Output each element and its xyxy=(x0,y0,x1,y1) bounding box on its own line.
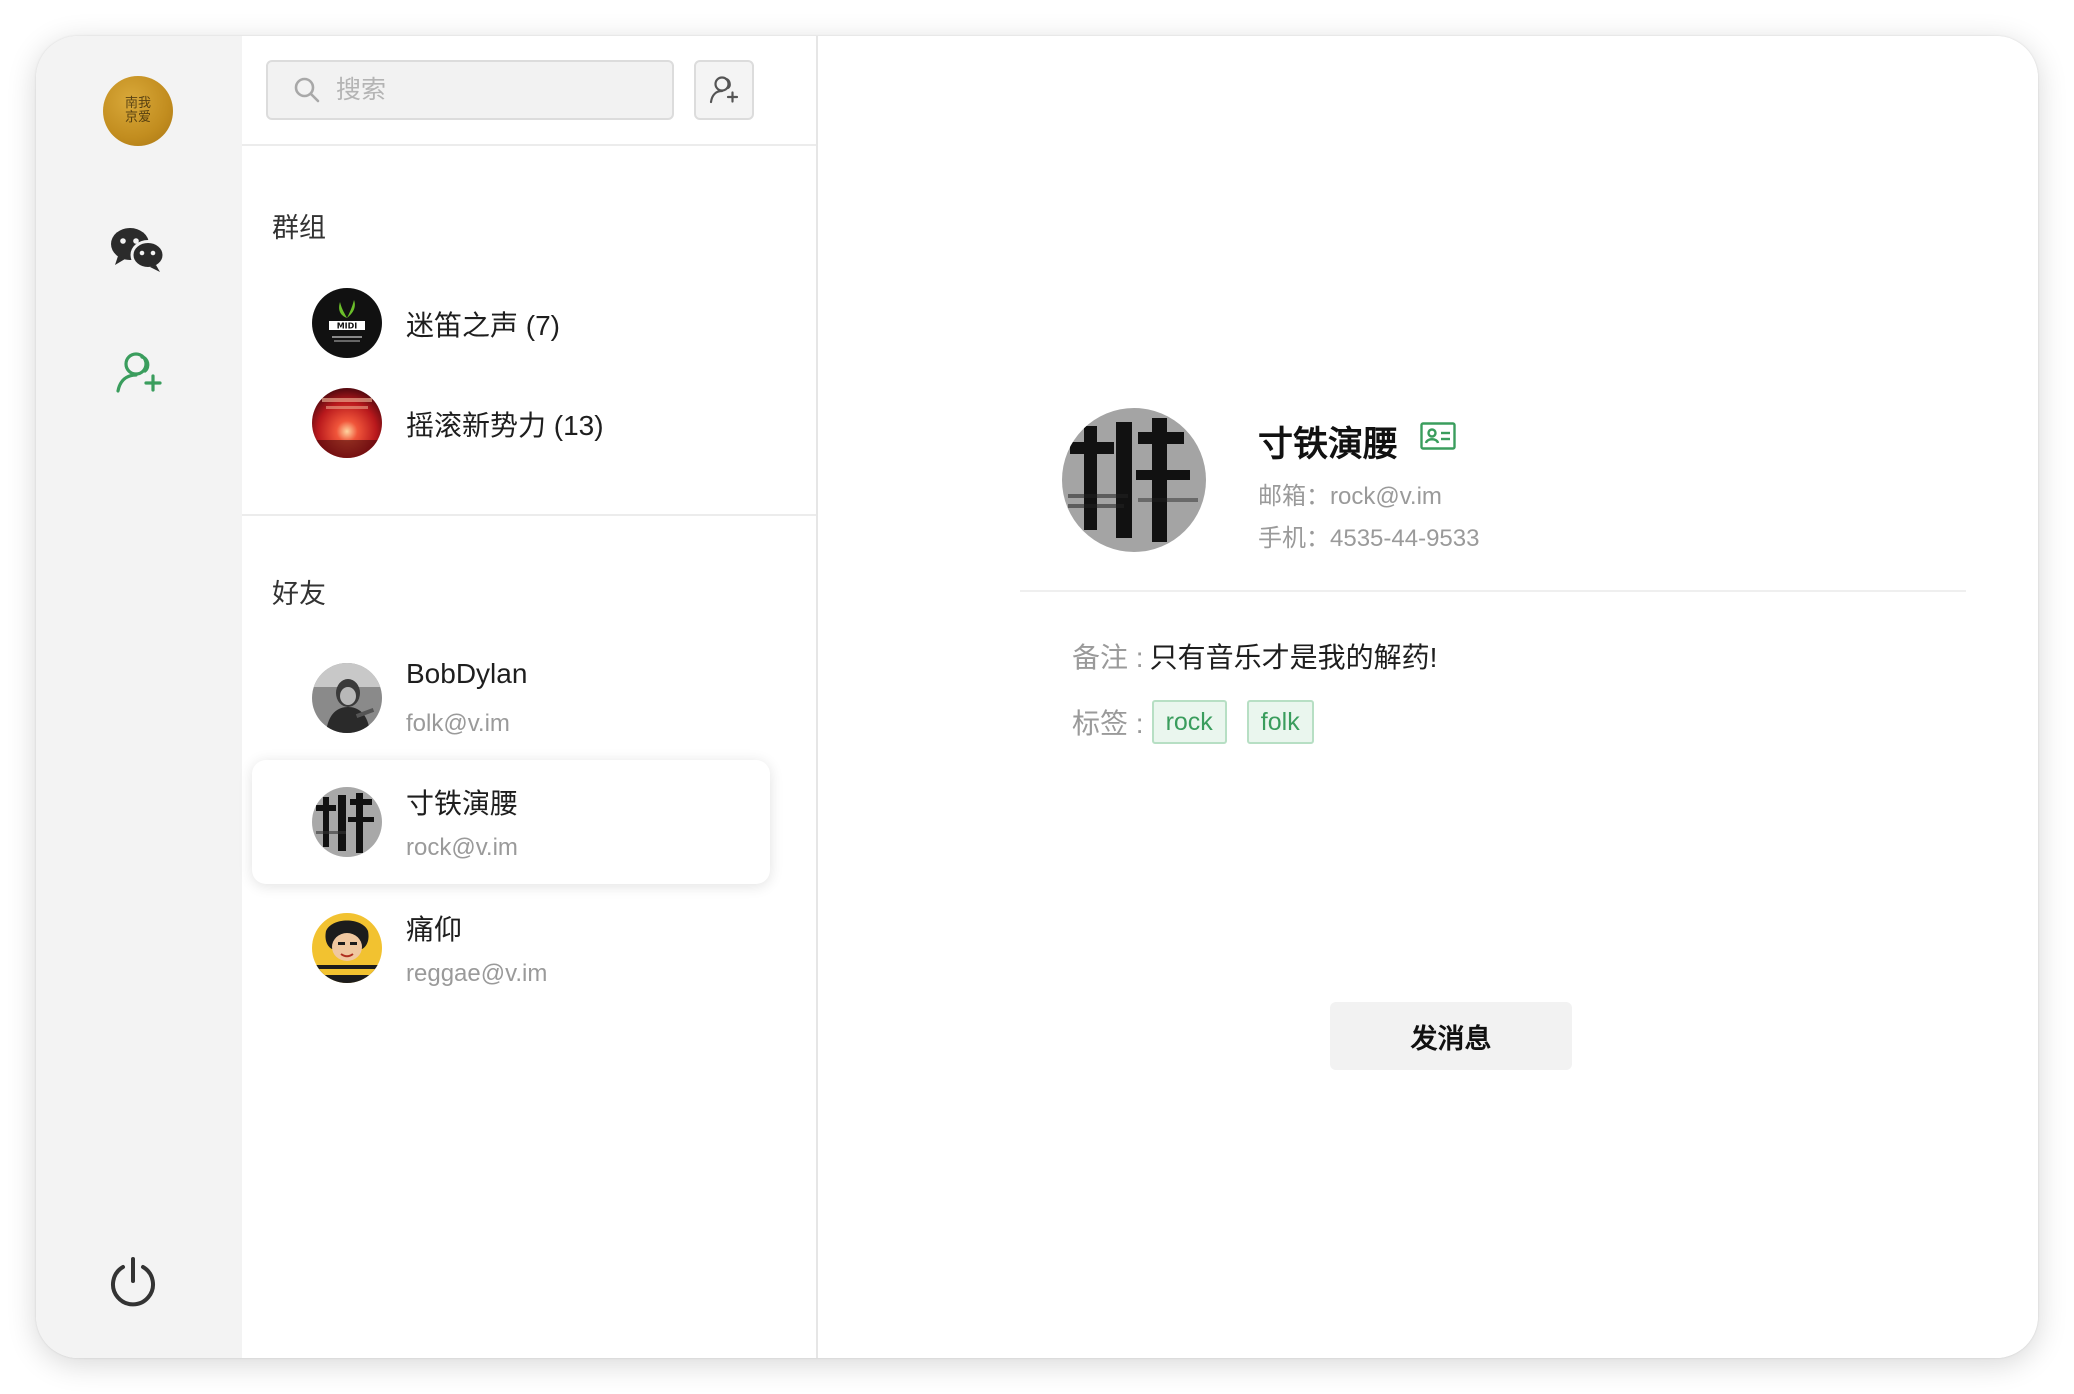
my-avatar-text: 南我京爱 xyxy=(124,96,151,125)
power-icon[interactable] xyxy=(98,1248,168,1318)
profile-avatar xyxy=(1062,408,1206,552)
friend-item[interactable]: 痛仰 reggae@v.im xyxy=(252,886,770,1010)
friends-title: 好友 xyxy=(272,579,326,609)
tags-label: 标签 : xyxy=(1072,708,1144,739)
friend-avatar xyxy=(312,913,382,983)
nav-rail: 南我京爱 xyxy=(36,36,242,1358)
profile-email-line: 邮箱：rock@v.im xyxy=(1258,476,1442,511)
remark-value: 只有音乐才是我的解药! xyxy=(1149,642,1438,673)
remark-label: 备注 : xyxy=(1072,642,1144,673)
send-message-button[interactable]: 发消息 xyxy=(1330,1002,1572,1070)
email-value: rock@v.im xyxy=(1330,483,1442,510)
phone-label: 手机： xyxy=(1258,525,1330,552)
add-friend-button[interactable] xyxy=(694,60,754,120)
contacts-icon[interactable] xyxy=(103,338,173,408)
add-contact-icon xyxy=(709,76,739,104)
search-box[interactable] xyxy=(266,60,674,120)
friend-email: rock@v.im xyxy=(406,834,518,861)
groups-section: 群组 MIDI 迷笛之声 (7) 摇滚新势力 (13) xyxy=(242,146,816,516)
friend-email: folk@v.im xyxy=(406,710,510,737)
chat-icon[interactable] xyxy=(103,214,173,284)
group-item[interactable]: 摇滚新势力 (13) xyxy=(242,378,816,468)
phone-value: 4535-44-9533 xyxy=(1330,525,1480,552)
contact-detail-panel: 寸铁演腰 邮箱：rock@v.im 手机：4535-44-9533 备注 : 只… xyxy=(818,36,2038,1358)
friend-avatar xyxy=(312,663,382,733)
friend-name: BobDylan xyxy=(406,658,528,689)
profile-phone-line: 手机：4535-44-9533 xyxy=(1258,518,1479,553)
tags-row: 标签 : rock folk xyxy=(1072,700,1334,744)
friend-name: 痛仰 xyxy=(406,914,463,945)
search-bar xyxy=(242,36,816,146)
remark-row: 备注 : 只有音乐才是我的解药! xyxy=(1072,636,1437,676)
divider xyxy=(1020,590,1966,592)
tag-chip[interactable]: rock xyxy=(1151,700,1227,744)
my-avatar[interactable]: 南我京爱 xyxy=(103,76,173,146)
friend-email: reggae@v.im xyxy=(406,960,548,987)
app-window: 南我京爱 搜索 群组 MIDI 迷笛之声 (7) 摇滚新势力 (13) 好友 B… xyxy=(36,36,2038,1358)
profile-name: 寸铁演腰 xyxy=(1258,425,1399,464)
friend-name: 寸铁演腰 xyxy=(406,788,519,819)
tag-chip[interactable]: folk xyxy=(1246,700,1314,744)
email-label: 邮箱： xyxy=(1258,483,1330,510)
search-icon xyxy=(292,75,322,105)
group-avatar: MIDI xyxy=(312,288,382,358)
svg-text:MIDI: MIDI xyxy=(337,322,358,331)
search-input[interactable] xyxy=(334,74,654,106)
group-avatar xyxy=(312,388,382,458)
group-item[interactable]: MIDI 迷笛之声 (7) xyxy=(242,278,816,368)
groups-title: 群组 xyxy=(272,213,326,243)
contact-card-icon[interactable] xyxy=(1420,422,1456,450)
group-name: 迷笛之声 (7) xyxy=(406,310,561,341)
friend-item-selected[interactable]: 寸铁演腰 rock@v.im xyxy=(252,760,770,884)
friends-section: 好友 BobDylan folk@v.im 寸铁演腰 rock@v.im 痛仰 … xyxy=(242,516,816,1358)
friend-avatar xyxy=(312,787,382,857)
friend-item[interactable]: BobDylan folk@v.im xyxy=(252,636,770,760)
contact-list-panel: 群组 MIDI 迷笛之声 (7) xyxy=(242,36,818,1358)
group-name: 摇滚新势力 (13) xyxy=(406,410,604,441)
